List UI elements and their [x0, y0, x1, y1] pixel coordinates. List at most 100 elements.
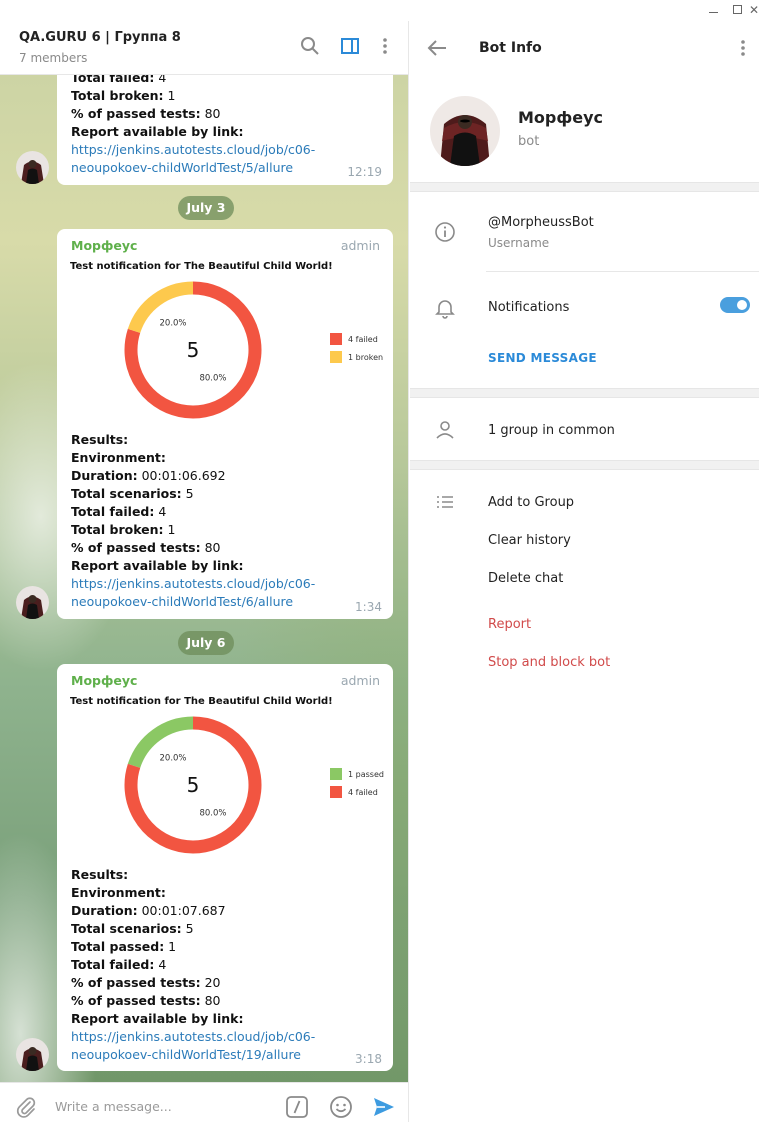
legend-swatch	[330, 351, 342, 363]
avatar[interactable]	[16, 1038, 49, 1071]
info-header: Bot Info	[410, 21, 759, 75]
send-icon[interactable]	[372, 1095, 396, 1119]
toggle-knob	[735, 298, 749, 312]
minimize-button[interactable]	[705, 2, 721, 18]
sender-name[interactable]: Морфеус	[71, 238, 137, 253]
message-line: Environment:	[71, 450, 166, 465]
slice-percent-label: 80.0%	[199, 809, 226, 819]
sender-name[interactable]: Морфеус	[71, 673, 137, 688]
bot-type-label: bot	[518, 134, 540, 149]
section-divider	[410, 182, 759, 192]
message-line: Total scenarios: 5	[71, 486, 194, 501]
report-link[interactable]: neoupokoev-childWorldTest/6/allure	[71, 594, 293, 609]
message-line: Total failed: 4	[71, 504, 167, 519]
message-line: Environment:	[71, 885, 166, 900]
message-line: Results:	[71, 432, 129, 447]
morpheus-avatar-icon	[16, 151, 49, 184]
delete-chat-button[interactable]: Delete chat	[488, 571, 563, 586]
report-button[interactable]: Report	[488, 617, 531, 632]
chat-header[interactable]: QA.GURU 6 | Группа 8 7 members	[0, 21, 408, 75]
message-line: Duration: 00:01:07.687	[71, 903, 226, 918]
info-icon	[435, 222, 455, 242]
legend-label: 4 failed	[348, 335, 378, 344]
attach-icon[interactable]	[14, 1095, 38, 1119]
clear-history-button[interactable]: Clear history	[488, 533, 571, 548]
back-arrow-icon[interactable]	[426, 38, 448, 58]
separator	[486, 271, 759, 272]
chart-title: Test notification for The Beautiful Chil…	[70, 696, 333, 707]
profile-photo[interactable]	[430, 96, 500, 166]
admin-badge: admin	[340, 673, 380, 688]
panel-title: Bot Info	[479, 40, 542, 56]
chart-title: Test notification for The Beautiful Chil…	[70, 261, 333, 272]
chat-member-count: 7 members	[19, 51, 88, 65]
message-bubble[interactable]: Морфеус admin Test notification for The …	[57, 664, 393, 1071]
report-link[interactable]: https://jenkins.autotests.cloud/job/c06-	[71, 1029, 315, 1044]
message-line: Total failed: 4	[71, 957, 167, 972]
username-label: Username	[488, 236, 550, 250]
message-time: 1:34	[355, 600, 382, 614]
add-to-group-button[interactable]: Add to Group	[488, 495, 574, 510]
message-time: 3:18	[355, 1052, 382, 1066]
legend-swatch	[330, 333, 342, 345]
message-line: % of passed tests: 20	[71, 975, 221, 990]
bot-name: Морфеус	[518, 108, 604, 127]
maximize-icon	[732, 5, 742, 14]
report-link[interactable]: neoupokoev-childWorldTest/5/allure	[71, 160, 293, 175]
section-divider	[410, 460, 759, 470]
slice-percent-label: 20.0%	[160, 753, 187, 763]
section-divider	[410, 388, 759, 398]
legend-swatch	[330, 768, 342, 780]
message-input[interactable]: Write a message...	[55, 1099, 172, 1114]
slice-percent-label: 80.0%	[199, 374, 226, 384]
window-titlebar: ✕	[0, 0, 759, 21]
bot-commands-icon[interactable]	[285, 1095, 309, 1119]
avatar[interactable]	[16, 586, 49, 619]
morpheus-avatar-icon	[16, 1038, 49, 1071]
donut-center-total: 5	[187, 338, 200, 362]
message-line: Results:	[71, 867, 129, 882]
send-message-button[interactable]: SEND MESSAGE	[488, 351, 597, 365]
minimize-icon	[708, 12, 718, 13]
report-link[interactable]: neoupokoev-childWorldTest/19/allure	[71, 1047, 301, 1062]
notifications-toggle[interactable]	[720, 297, 750, 313]
user-icon	[436, 421, 454, 439]
message-line: Duration: 00:01:06.692	[71, 468, 226, 483]
report-link[interactable]: https://jenkins.autotests.cloud/job/c06-	[71, 576, 315, 591]
avatar[interactable]	[16, 151, 49, 184]
test-result-donut-chart[interactable]: 80.0% 20.0%5 4 failed 1 broken	[57, 275, 393, 425]
message-line: % of passed tests: 80	[71, 993, 221, 1008]
list-icon	[437, 496, 453, 508]
maximize-button[interactable]	[729, 2, 745, 18]
stop-and-block-bot-button[interactable]: Stop and block bot	[488, 655, 610, 670]
message-line: Total scenarios: 5	[71, 921, 194, 936]
message-composer: Write a message...	[0, 1082, 408, 1122]
message-line: Report available by link:	[71, 1011, 244, 1026]
date-separator: July 6	[178, 631, 234, 655]
chat-panel: QA.GURU 6 | Группа 8 7 members Total fai…	[0, 21, 409, 1122]
search-icon[interactable]	[299, 35, 321, 57]
message-time: 12:19	[347, 165, 382, 179]
sidebar-toggle-icon[interactable]	[339, 35, 361, 57]
groups-in-common[interactable]: 1 group in common	[488, 423, 615, 438]
bot-username[interactable]: @MorpheussBot	[488, 215, 594, 230]
message-line: Report available by link:	[71, 124, 244, 139]
bot-info-panel: Bot Info Морфеус bot @MorpheussBot Usern…	[410, 21, 759, 1122]
message-bubble[interactable]: Total failed: 4 Total broken: 1 % of pas…	[57, 61, 393, 185]
more-icon[interactable]	[376, 35, 398, 57]
legend-label: 1 broken	[348, 353, 383, 362]
chat-title[interactable]: QA.GURU 6 | Группа 8	[19, 30, 181, 45]
message-line: Total broken: 1	[71, 522, 176, 537]
slice-percent-label: 20.0%	[160, 318, 187, 328]
legend-swatch	[330, 786, 342, 798]
legend-label: 1 passed	[348, 770, 384, 779]
close-button[interactable]: ✕	[746, 2, 759, 18]
date-separator: July 3	[178, 196, 234, 220]
report-link[interactable]: https://jenkins.autotests.cloud/job/c06-	[71, 142, 315, 157]
more-icon[interactable]	[738, 38, 748, 60]
bell-icon	[435, 300, 455, 319]
message-line: % of passed tests: 80	[71, 540, 221, 555]
message-bubble[interactable]: Морфеус admin Test notification for The …	[57, 229, 393, 619]
emoji-icon[interactable]	[329, 1095, 353, 1119]
test-result-donut-chart[interactable]: 20.0% 80.0% 5 1 passed 4 failed	[57, 710, 393, 860]
